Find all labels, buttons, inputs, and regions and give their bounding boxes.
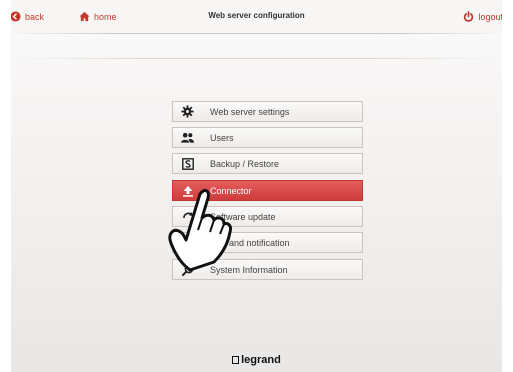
right-edge [502, 0, 513, 372]
divider [15, 58, 498, 59]
header-divider [11, 33, 502, 34]
left-edge [0, 0, 11, 372]
menu-item-label: System Information [210, 264, 288, 275]
legrand-logo: legrand [0, 354, 513, 366]
menu-item-label: Software update [210, 211, 276, 222]
screen: back home Web server configuration logou… [0, 0, 513, 372]
menu-item-system-information[interactable]: System Information [172, 259, 363, 280]
backup-icon [181, 157, 194, 170]
brand-name: legrand [241, 354, 281, 366]
menu-item-web-server-settings[interactable]: Web server settings [172, 101, 363, 122]
gear-icon [181, 105, 194, 118]
page-title: Web server configuration [208, 11, 305, 20]
mail-icon [181, 236, 194, 249]
logout-button[interactable]: logout [463, 11, 503, 22]
menu-item-label: Connector [210, 185, 252, 196]
update-icon [181, 210, 194, 223]
top-bar: back home Web server configuration logou… [0, 0, 513, 34]
search-icon [181, 263, 194, 276]
menu-item-label: Mail and notification [210, 237, 290, 248]
menu-item-mail-notification[interactable]: Mail and notification [172, 232, 363, 253]
upload-icon [181, 184, 194, 197]
logout-label: logout [478, 11, 503, 22]
menu-item-label: Backup / Restore [210, 158, 280, 169]
menu-item-connector[interactable]: Connector [172, 180, 363, 201]
menu-item-label: Users [210, 132, 234, 143]
menu-item-backup-restore[interactable]: Backup / Restore [172, 153, 363, 174]
menu-item-label: Web server settings [210, 106, 290, 117]
power-icon [464, 11, 474, 22]
users-icon [181, 131, 194, 144]
menu-item-software-update[interactable]: Software update [172, 206, 363, 227]
menu-item-users[interactable]: Users [172, 127, 363, 148]
logo-mark-icon [232, 356, 240, 364]
